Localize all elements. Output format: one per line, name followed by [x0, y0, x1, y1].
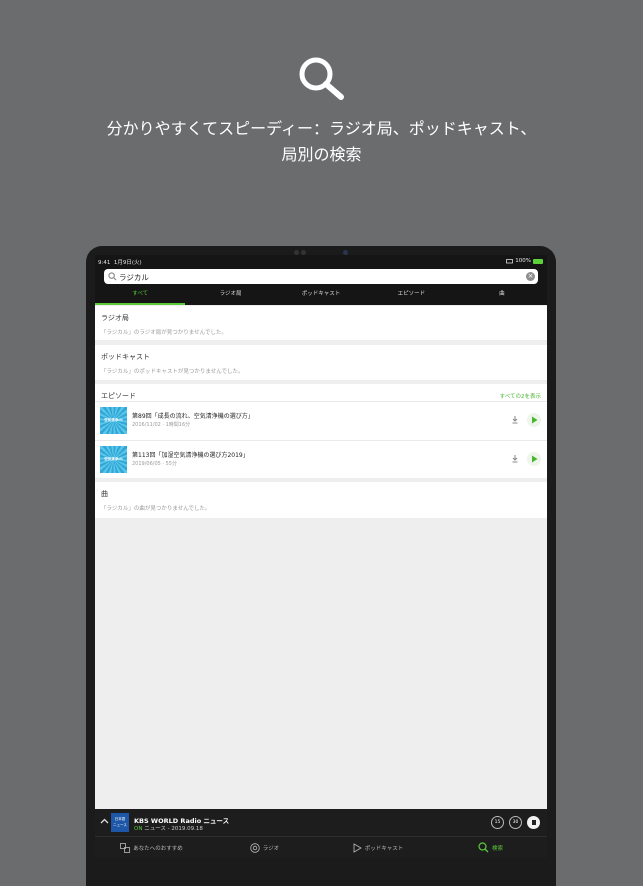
episode-meta: 2019/06/05 · 55分	[132, 461, 177, 467]
podcasts-section: ポッドキャスト 「ラジカル」のポッドキャストが見つかりませんでした。	[95, 345, 547, 380]
podcast-play-icon	[353, 842, 362, 853]
battery-icon	[533, 258, 543, 264]
pause-button[interactable]	[527, 816, 540, 829]
episode-artwork: 空気清浄ch	[100, 446, 127, 473]
download-icon[interactable]	[511, 454, 519, 463]
nav-label: ポッドキャスト	[364, 845, 404, 852]
search-input[interactable]: ラジカル	[119, 272, 149, 283]
artwork-label: 空気清浄ch	[104, 418, 123, 422]
empty-note: 「ラジカル」のポッドキャストが見つかりませんでした。	[101, 369, 244, 375]
station-artwork: 日本語 ニュース	[111, 813, 129, 832]
mini-player[interactable]: 日本語 ニュース KBS WORLD Radio ニュース ON ニュース - …	[95, 809, 547, 837]
episode-title: 第113回「加湿空気清浄機の選び方2019」	[132, 452, 249, 459]
status-bar: 9:41 1月9日(火) 100%	[95, 255, 547, 267]
nav-label: あなたへのおすすめ	[133, 845, 183, 852]
nav-label: ラジオ	[262, 845, 280, 852]
tab-all[interactable]: すべて	[95, 287, 186, 305]
nav-radio[interactable]: ラジオ	[208, 837, 321, 858]
app-screen: 9:41 1月9日(火) 100% ラジカル × すべて ラジオ局 ポッドキャス…	[95, 255, 547, 858]
artwork-label: 空気清浄ch	[104, 457, 123, 461]
battery-text: 100%	[515, 258, 531, 264]
list-item[interactable]: 空気清浄ch 第89回「成長の流れ、空気清浄機の選び方」 2016/11/02 …	[95, 401, 547, 438]
nav-podcasts[interactable]: ポッドキャスト	[321, 837, 434, 858]
empty-note: 「ラジカル」のラジオ局が見つかりませんでした。	[101, 330, 227, 336]
stations-section: ラジオ局 「ラジカル」のラジオ局が見つかりませんでした。	[95, 306, 547, 340]
nav-recommended[interactable]: あなたへのおすすめ	[95, 837, 208, 858]
bottom-nav: あなたへのおすすめ ラジオ ポッドキャスト 検索	[95, 837, 547, 858]
download-icon[interactable]	[511, 415, 519, 424]
artwork-line-1: 日本語	[114, 817, 126, 821]
time-text: 9:41	[98, 260, 111, 266]
play-icon	[532, 455, 538, 463]
songs-section: 曲 「ラジカル」の曲が見つかりませんでした。	[95, 482, 547, 518]
section-title: エピソード	[101, 392, 136, 400]
chevron-up-icon[interactable]	[100, 818, 109, 824]
headline-line-1: 分かりやすくてスピーディー：ラジオ局、ポッドキャスト、	[106, 119, 537, 138]
screen-mirror-icon	[506, 258, 514, 263]
play-button[interactable]	[527, 413, 541, 427]
episode-artwork: 空気清浄ch	[100, 407, 127, 434]
recommend-icon	[120, 842, 131, 853]
player-subtitle: ON ニュース - 2019.09.18	[134, 824, 203, 832]
search-icon	[108, 272, 117, 281]
episodes-section: エピソード すべての2を表示 空気清浄ch 第89回「成長の流れ、空気清浄機の選…	[95, 384, 547, 478]
skip-back-button[interactable]: 15	[491, 816, 504, 829]
date-text: 1月9日(火)	[113, 260, 142, 266]
episode-title: 第89回「成長の流れ、空気清浄機の選び方」	[132, 413, 254, 420]
search-icon	[299, 57, 344, 100]
nav-label: 検索	[491, 845, 503, 852]
search-bar[interactable]: ラジカル ×	[104, 269, 538, 284]
episode-meta: 2016/11/02 · 1時間16分	[132, 422, 191, 428]
tab-songs[interactable]: 曲	[457, 287, 547, 305]
section-title: 曲	[101, 490, 108, 498]
section-title: ポッドキャスト	[101, 353, 150, 361]
play-button[interactable]	[527, 452, 541, 466]
artwork-line-2: ニュース	[113, 823, 127, 827]
status-time: 9:41 1月9日(火)	[98, 258, 142, 266]
tab-stations[interactable]: ラジオ局	[185, 287, 275, 305]
headline-line-2: 局別の検索	[281, 145, 362, 164]
headline: 分かりやすくてスピーディー：ラジオ局、ポッドキャスト、 局別の検索	[0, 116, 643, 168]
skip-forward-button[interactable]: 30	[509, 816, 522, 829]
clear-icon[interactable]: ×	[526, 272, 535, 281]
live-indicator: ON	[134, 826, 143, 832]
play-icon	[532, 416, 538, 424]
search-icon	[478, 842, 489, 853]
tab-podcasts[interactable]: ポッドキャスト	[276, 287, 366, 305]
radio-icon	[250, 842, 260, 853]
section-title: ラジオ局	[101, 314, 129, 322]
show-all-link[interactable]: すべての2を表示	[500, 392, 541, 400]
list-item[interactable]: 空気清浄ch 第113回「加湿空気清浄機の選び方2019」 2019/06/05…	[95, 440, 547, 477]
search-tabs: すべて ラジオ局 ポッドキャスト エピソード 曲	[95, 287, 547, 305]
tab-episodes[interactable]: エピソード	[366, 287, 456, 305]
nav-search[interactable]: 検索	[434, 837, 547, 858]
player-subtitle-text: ニュース - 2019.09.18	[144, 826, 203, 832]
battery-status: 100%	[506, 258, 543, 264]
empty-note: 「ラジカル」の曲が見つかりませんでした。	[101, 506, 211, 512]
